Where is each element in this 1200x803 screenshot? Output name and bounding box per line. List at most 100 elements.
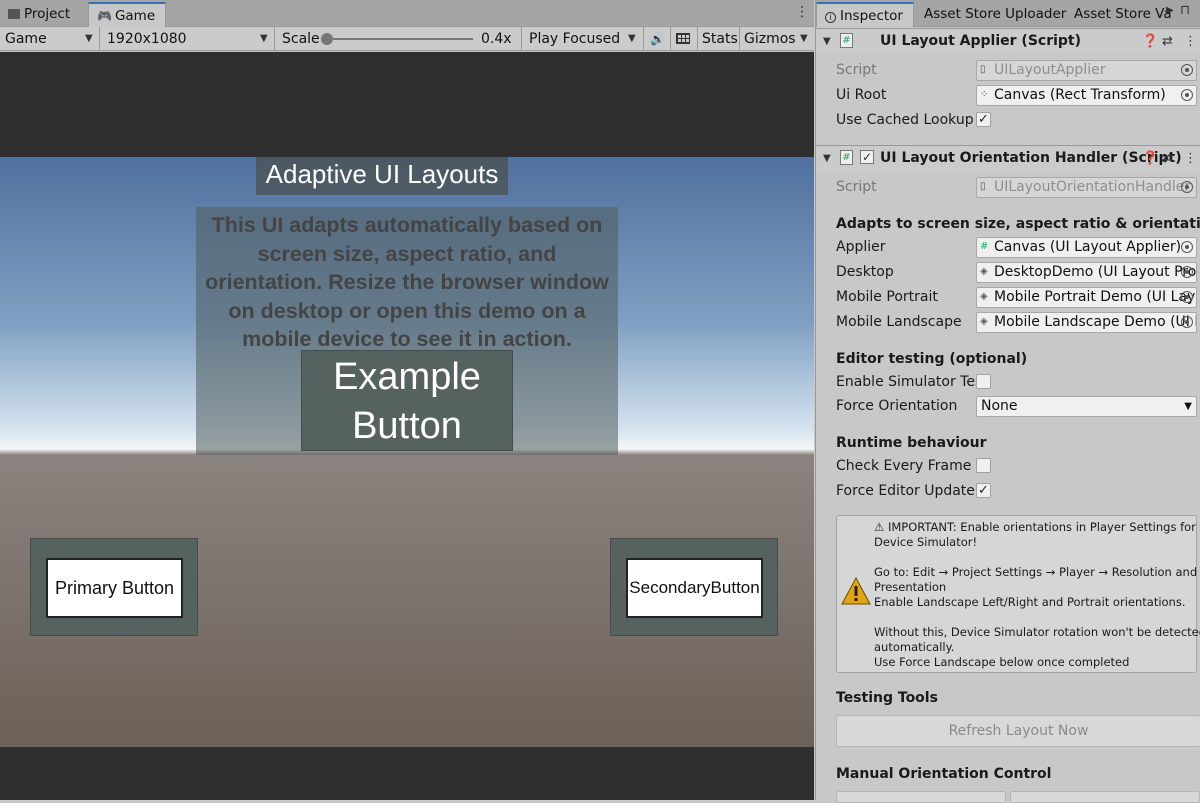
tab-inspector[interactable]: i Inspector (816, 2, 914, 27)
object-picker-icon[interactable] (1181, 266, 1193, 278)
scale-slider-handle[interactable] (321, 33, 333, 45)
tab-asset-store-validator[interactable]: Asset Store Va (1066, 2, 1180, 27)
row-force-editor-update: Force Editor Update ✓ (836, 481, 1200, 503)
warning-icon (841, 576, 871, 605)
enable-simulator-checkbox[interactable] (976, 374, 991, 389)
lock-icon[interactable]: ⊓ (1180, 3, 1190, 18)
force-portrait-button[interactable] (836, 791, 1006, 803)
grid-icon[interactable] (676, 27, 690, 51)
component-menu-icon[interactable]: ⋮ (1184, 34, 1197, 49)
help-icon[interactable]: ❓ (1142, 151, 1158, 166)
primary-button-frame: Primary Button (30, 538, 198, 636)
separator (670, 27, 671, 51)
folder-icon (8, 9, 20, 19)
game-window: Project 🎮 Game ⋮ Game ▼ 1920x1080 ▼ Scale… (0, 0, 814, 800)
resolution-dropdown-arrow-icon: ▼ (260, 33, 268, 44)
script-icon: # (980, 241, 989, 252)
foldout-arrow-icon[interactable]: ▼ (823, 153, 831, 164)
display-dropdown[interactable]: Game (5, 27, 47, 51)
rect-transform-icon: ⁘ (980, 89, 989, 100)
component-header-orientation-handler[interactable]: ▼ # ✓ UI Layout Orientation Handler (Scr… (816, 145, 1200, 171)
presets-icon[interactable]: ⇄ (1162, 151, 1173, 166)
row-script-1: Script ▯ UILayoutApplier (836, 60, 1200, 82)
component-title: UI Layout Applier (Script) (880, 33, 1082, 49)
row-mobile-portrait: Mobile Portrait ◈ Mobile Portrait Demo (U… (836, 287, 1200, 309)
help-icon[interactable]: ❓ (1142, 34, 1158, 49)
script-field: ▯ UILayoutOrientationHandler (976, 177, 1197, 198)
warning-helpbox: ⚠ IMPORTANT: Enable orientations in Play… (836, 515, 1200, 673)
row-desktop: Desktop ◈ DesktopDemo (UI Layout Profil (836, 262, 1200, 284)
force-editor-update-checkbox[interactable]: ✓ (976, 483, 991, 498)
game-viewport: Adaptive UI Layouts This UI adapts autom… (0, 52, 814, 800)
component-title: UI Layout Orientation Handler (Script) (880, 150, 1182, 166)
applier-field[interactable]: # Canvas (UI Layout Applier) (976, 237, 1197, 258)
force-landscape-button[interactable] (1010, 791, 1200, 803)
scale-label: Scale (282, 31, 320, 47)
stats-button[interactable]: Stats (702, 27, 738, 51)
secondary-button[interactable]: SecondaryButton (626, 558, 763, 618)
script-file-icon: ▯ (980, 64, 986, 75)
title-panel: Adaptive UI Layouts (256, 157, 508, 195)
tab-scroll-right-icon[interactable]: ▶ (1166, 5, 1174, 16)
scale-slider-track[interactable] (325, 38, 473, 40)
gizmos-arrow-icon: ▼ (800, 33, 808, 44)
warning-line: Use Force Landscape below once completed (874, 655, 1130, 669)
presets-icon[interactable]: ⇄ (1162, 34, 1173, 49)
foldout-arrow-icon[interactable]: ▼ (823, 36, 831, 47)
row-applier: Applier # Canvas (UI Layout Applier) (836, 237, 1200, 259)
game-scene: Adaptive UI Layouts This UI adapts autom… (0, 157, 814, 747)
info-icon: i (825, 12, 836, 23)
mobile-landscape-field[interactable]: ◈ Mobile Landscape Demo (UI La (976, 312, 1197, 333)
check-every-frame-checkbox[interactable] (976, 458, 991, 473)
play-mode-dropdown[interactable]: Play Focused (529, 27, 620, 51)
component-header-ui-layout-applier[interactable]: ▼ # UI Layout Applier (Script) ❓ ⇄ ⋮ (816, 28, 1200, 54)
component-menu-icon[interactable]: ⋮ (1184, 151, 1197, 166)
separator (99, 27, 100, 51)
manual-orientation-header: Manual Orientation Control (836, 766, 1052, 782)
separator (643, 27, 644, 51)
row-script-2: Script ▯ UILayoutOrientationHandler (836, 177, 1200, 199)
refresh-layout-button[interactable]: Refresh Layout Now (836, 715, 1200, 747)
script-icon: # (840, 33, 853, 48)
script-field: ▯ UILayoutApplier (976, 60, 1197, 81)
force-orientation-dropdown[interactable]: None ▼ (976, 396, 1197, 417)
use-cached-lookup-checkbox[interactable]: ✓ (976, 112, 991, 127)
separator (739, 27, 740, 51)
mute-audio-icon[interactable]: 🔊 (650, 27, 665, 51)
desktop-field[interactable]: ◈ DesktopDemo (UI Layout Profil (976, 262, 1197, 283)
tab-game[interactable]: 🎮 Game (88, 2, 166, 27)
inspector-window: i Inspector Asset Store Uploader Asset St… (815, 0, 1200, 803)
primary-button[interactable]: Primary Button (46, 558, 183, 618)
description-text: This UI adapts automatically based on sc… (205, 213, 609, 351)
warning-line: Enable Landscape Left/Right and Portrait… (874, 595, 1186, 609)
dropdown-arrow-icon: ▼ (1184, 401, 1192, 412)
object-picker-icon (1181, 64, 1193, 76)
scriptable-object-icon: ◈ (980, 266, 988, 277)
scale-value: 0.4x (481, 31, 512, 47)
warning-line: Device Simulator! (874, 535, 978, 549)
runtime-header: Runtime behaviour (836, 435, 987, 451)
game-title: Adaptive UI Layouts (265, 159, 499, 189)
warning-line: ⚠ IMPORTANT: Enable orientations in Play… (874, 520, 1196, 534)
example-button[interactable]: Example Button (301, 350, 513, 451)
secondary-button-frame: SecondaryButton (610, 538, 778, 636)
scriptable-object-icon: ◈ (980, 316, 988, 327)
resolution-dropdown[interactable]: 1920x1080 (107, 27, 187, 51)
object-picker-icon[interactable] (1181, 316, 1193, 328)
tab-asset-store-uploader[interactable]: Asset Store Uploader (916, 2, 1074, 27)
component-enabled-checkbox[interactable]: ✓ (860, 150, 874, 164)
object-picker-icon[interactable] (1181, 291, 1193, 303)
object-picker-icon[interactable] (1181, 89, 1193, 101)
display-dropdown-arrow-icon: ▼ (85, 33, 93, 44)
inspector-tab-bar: i Inspector Asset Store Uploader Asset St… (816, 0, 1200, 27)
game-toolbar: Game ▼ 1920x1080 ▼ Scale 0.4x Play Focus… (0, 27, 814, 51)
ui-root-field[interactable]: ⁘ Canvas (Rect Transform) (976, 85, 1197, 106)
object-picker-icon (1181, 181, 1193, 193)
editor-testing-header: Editor testing (optional) (836, 351, 1028, 367)
gizmos-button[interactable]: Gizmos (744, 27, 796, 51)
more-options-icon[interactable]: ⋮ (795, 4, 809, 20)
warning-line: automatically. (874, 640, 955, 654)
object-picker-icon[interactable] (1181, 241, 1193, 253)
mobile-portrait-field[interactable]: ◈ Mobile Portrait Demo (UI Layou (976, 287, 1197, 308)
tab-project[interactable]: Project (0, 2, 78, 27)
